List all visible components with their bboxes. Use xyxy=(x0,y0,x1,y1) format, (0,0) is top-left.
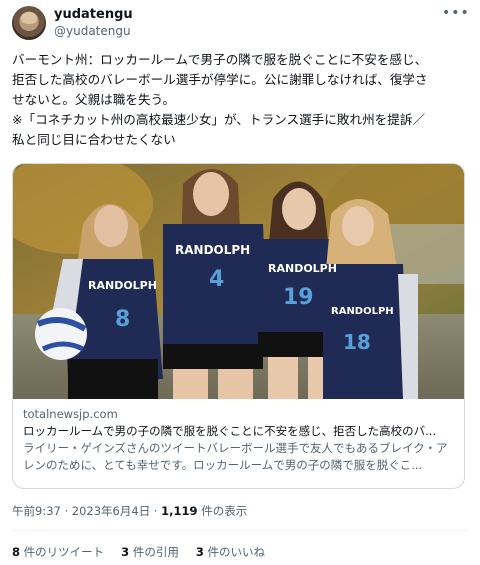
card-image: RANDOLPH 8 RANDOLPH 4 RANDOLPH 19 RANDOL… xyxy=(13,164,464,399)
jersey-team-1: RANDOLPH xyxy=(88,279,157,292)
jersey-number-4: 18 xyxy=(343,330,371,354)
display-name[interactable]: yudatengu xyxy=(54,7,133,22)
quotes-stat[interactable]: 3 件の引用 xyxy=(121,544,179,560)
jersey-team-4: RANDOLPH xyxy=(331,306,394,317)
avatar[interactable] xyxy=(12,6,46,40)
views-count: 1,119 xyxy=(161,504,198,518)
user-handle[interactable]: @yudatengu xyxy=(54,24,131,38)
link-card[interactable]: RANDOLPH 8 RANDOLPH 4 RANDOLPH 19 RANDOL… xyxy=(12,163,465,489)
tweet-header: yudatengu @yudatengu ••• xyxy=(12,6,469,42)
likes-stat[interactable]: 3 件のいいね xyxy=(196,544,265,560)
jersey-number-1: 8 xyxy=(115,307,130,332)
card-meta: totalnewsjp.com ロッカールームで男の子の隣で服を脱ぐことに不安を… xyxy=(23,406,454,474)
card-title[interactable]: ロッカールームで男の子の隣で服を脱ぐことに不安を感じ、拒否した高校のバ... xyxy=(23,422,454,440)
card-domain: totalnewsjp.com xyxy=(23,407,118,421)
tweet-time[interactable]: 午前9:37 · 2023年6月4日 · xyxy=(12,504,161,518)
tweet-timestamp: 午前9:37 · 2023年6月4日 · 1,119 件の表示 xyxy=(12,503,247,519)
jersey-number-3: 19 xyxy=(283,285,314,310)
jersey-number-2: 4 xyxy=(209,267,224,292)
divider xyxy=(12,530,468,531)
retweets-stat[interactable]: 8 件のリツイート xyxy=(12,544,104,560)
more-horizontal-icon[interactable]: ••• xyxy=(442,6,469,26)
jersey-team-3: RANDOLPH xyxy=(268,262,337,275)
tweet-text: バーモント州：ロッカールームで男子の隣で服を脱ぐことに不安を感じ、 拒否した高校… xyxy=(12,52,428,147)
card-description: ライリー・ゲインズさんのツイートバレーボール選手で友人でもあるブレイク・アレンの… xyxy=(23,441,448,472)
views-label: 件の表示 xyxy=(197,504,248,518)
engagement-stats: 8 件のリツイート 3 件の引用 3 件のいいね xyxy=(12,544,265,560)
jersey-team-2: RANDOLPH xyxy=(175,243,250,257)
